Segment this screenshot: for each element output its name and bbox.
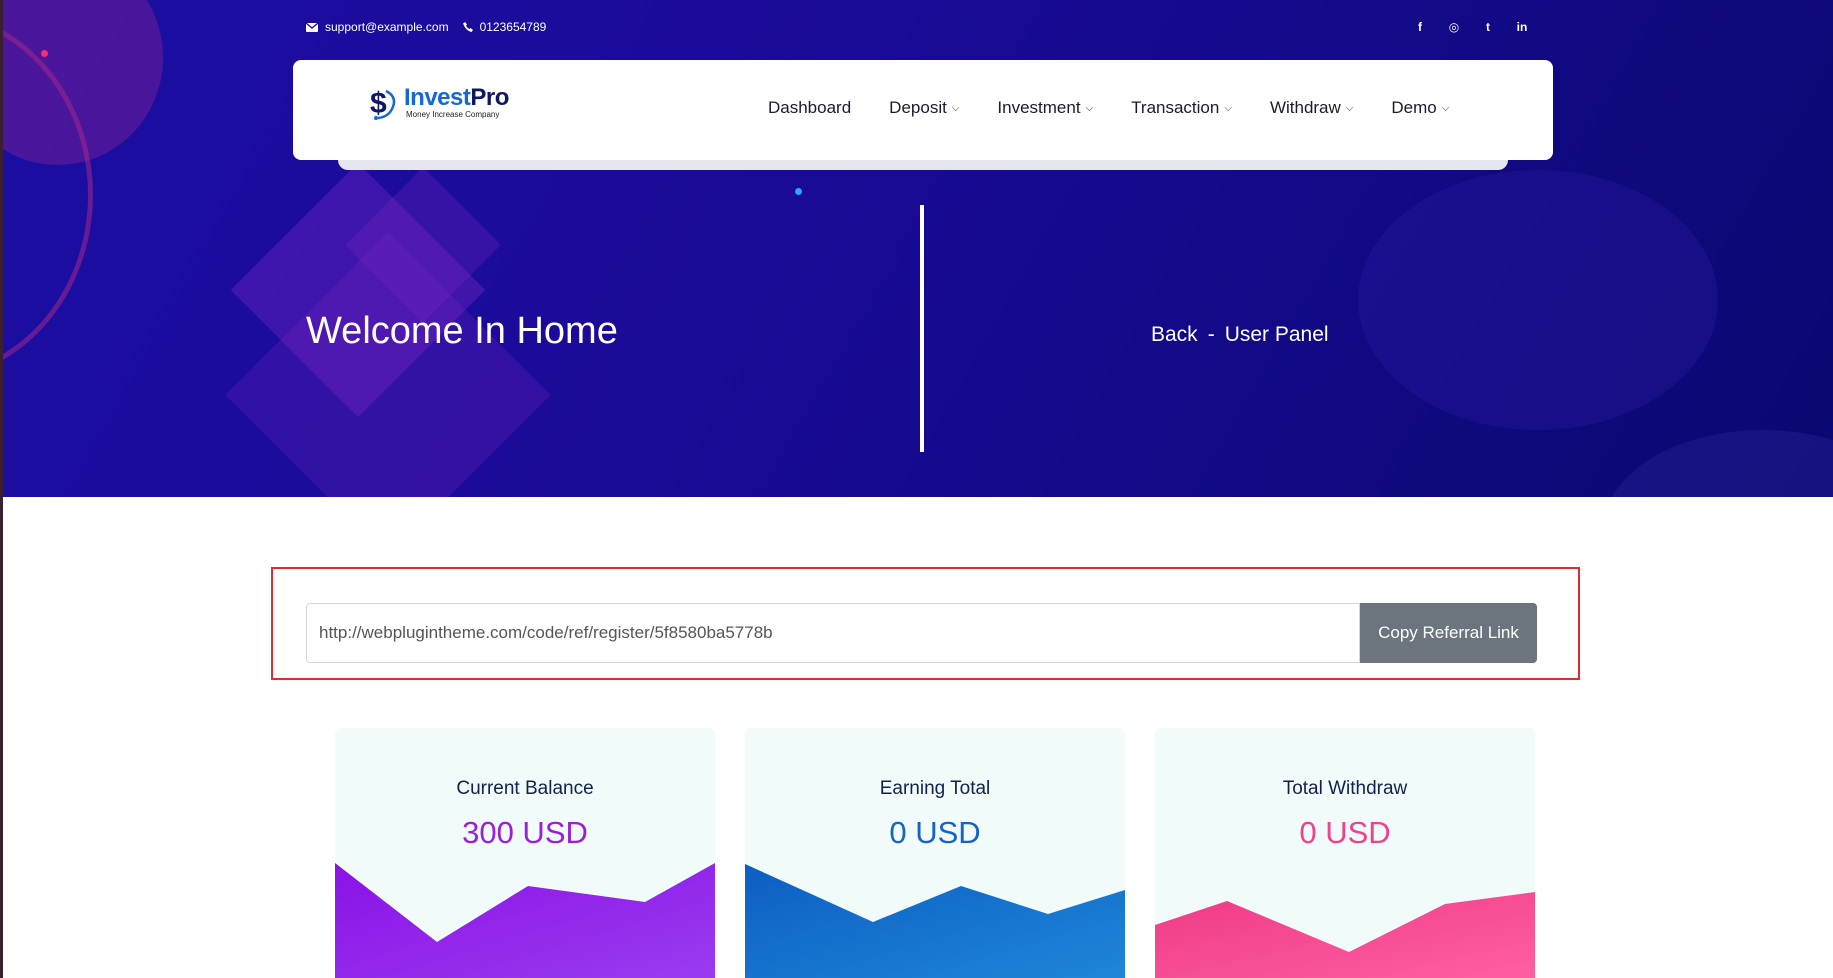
main-navbar: $ InvestPro Money Increase Company Dashb… bbox=[293, 60, 1553, 160]
referral-link-input[interactable] bbox=[306, 603, 1360, 663]
contact-email[interactable]: support@example.com bbox=[306, 20, 449, 34]
window-edge bbox=[0, 0, 3, 978]
phone-icon bbox=[462, 22, 473, 32]
nav-item-label: Investment bbox=[997, 98, 1081, 117]
nav-item-label: Demo bbox=[1391, 98, 1437, 117]
nav-item-label: Deposit bbox=[889, 98, 947, 117]
chevron-down-icon: ⌵ bbox=[951, 102, 960, 114]
breadcrumb: Back - User Panel bbox=[1151, 323, 1329, 347]
nav-item-label: Transaction bbox=[1131, 98, 1220, 117]
hero-banner: support@example.com 0123654789 f ◎ t in … bbox=[3, 0, 1833, 497]
stat-label: Current Balance bbox=[456, 778, 594, 799]
chevron-down-icon: ⌵ bbox=[1085, 102, 1094, 114]
contact-phone[interactable]: 0123654789 bbox=[462, 20, 547, 34]
nav-item-investment[interactable]: Investment ⌵ bbox=[997, 98, 1093, 118]
decorative-dot bbox=[41, 50, 48, 57]
stat-label: Earning Total bbox=[879, 778, 991, 799]
chevron-down-icon: ⌵ bbox=[1224, 102, 1232, 114]
facebook-icon[interactable]: f bbox=[1403, 20, 1437, 34]
social-links: f ◎ t in bbox=[1403, 20, 1539, 34]
brand-name-part1: Invest bbox=[404, 84, 471, 111]
copy-referral-button[interactable]: Copy Referral Link bbox=[1360, 603, 1537, 663]
chevron-down-icon: ⌵ bbox=[1441, 102, 1450, 114]
nav-menu: Dashboard Deposit ⌵ Investment ⌵ Transacti… bbox=[768, 98, 1487, 118]
breadcrumb-separator: - bbox=[1207, 323, 1215, 346]
chevron-down-icon: ⌵ bbox=[1345, 102, 1354, 114]
nav-item-dashboard[interactable]: Dashboard bbox=[768, 98, 851, 118]
stat-label: Total Withdraw bbox=[1282, 778, 1408, 799]
dollar-logo-icon: $ bbox=[370, 87, 396, 120]
nav-item-demo[interactable]: Demo ⌵ bbox=[1391, 98, 1449, 118]
brand-logo[interactable]: $ InvestPro Money Increase Company bbox=[368, 85, 509, 121]
page-title: Welcome In Home bbox=[306, 310, 618, 352]
nav-item-label: Dashboard bbox=[768, 98, 852, 117]
nav-item-label: Withdraw bbox=[1269, 98, 1341, 117]
stat-value: 300 USD bbox=[462, 815, 588, 850]
decorative-dot bbox=[795, 188, 802, 195]
stat-card-withdraw: Total Withdraw 0 USD bbox=[1155, 728, 1535, 978]
contact-bar: support@example.com 0123654789 bbox=[306, 20, 560, 34]
breadcrumb-back-link[interactable]: Back bbox=[1151, 323, 1198, 347]
hero-divider bbox=[920, 205, 924, 452]
contact-email-text: support@example.com bbox=[325, 20, 449, 34]
brand-name-part2: Pro bbox=[470, 84, 509, 111]
card-wave-graphic bbox=[745, 864, 1125, 978]
nav-item-withdraw[interactable]: Withdraw ⌵ bbox=[1270, 98, 1353, 118]
decorative-blob bbox=[1358, 170, 1718, 430]
linkedin-icon[interactable]: in bbox=[1505, 20, 1539, 34]
nav-item-deposit[interactable]: Deposit ⌵ bbox=[889, 98, 959, 118]
contact-phone-text: 0123654789 bbox=[479, 20, 547, 34]
instagram-icon[interactable]: ◎ bbox=[1437, 20, 1471, 34]
envelope-icon bbox=[306, 22, 318, 32]
stat-card-earning: Earning Total 0 USD bbox=[745, 728, 1125, 978]
stat-value: 0 USD bbox=[889, 815, 981, 850]
stat-value: 0 USD bbox=[1299, 815, 1391, 850]
referral-box: Copy Referral Link bbox=[271, 567, 1580, 680]
breadcrumb-current: User Panel bbox=[1224, 323, 1329, 346]
card-wave-graphic bbox=[1155, 892, 1535, 978]
card-wave-graphic bbox=[335, 863, 715, 978]
twitter-icon[interactable]: t bbox=[1471, 20, 1505, 34]
stat-card-balance: Current Balance 300 USD bbox=[335, 728, 715, 978]
decorative-blob bbox=[1603, 430, 1833, 497]
brand-tagline: Money Increase Company bbox=[406, 110, 500, 119]
nav-item-transaction[interactable]: Transaction ⌵ bbox=[1131, 98, 1232, 118]
